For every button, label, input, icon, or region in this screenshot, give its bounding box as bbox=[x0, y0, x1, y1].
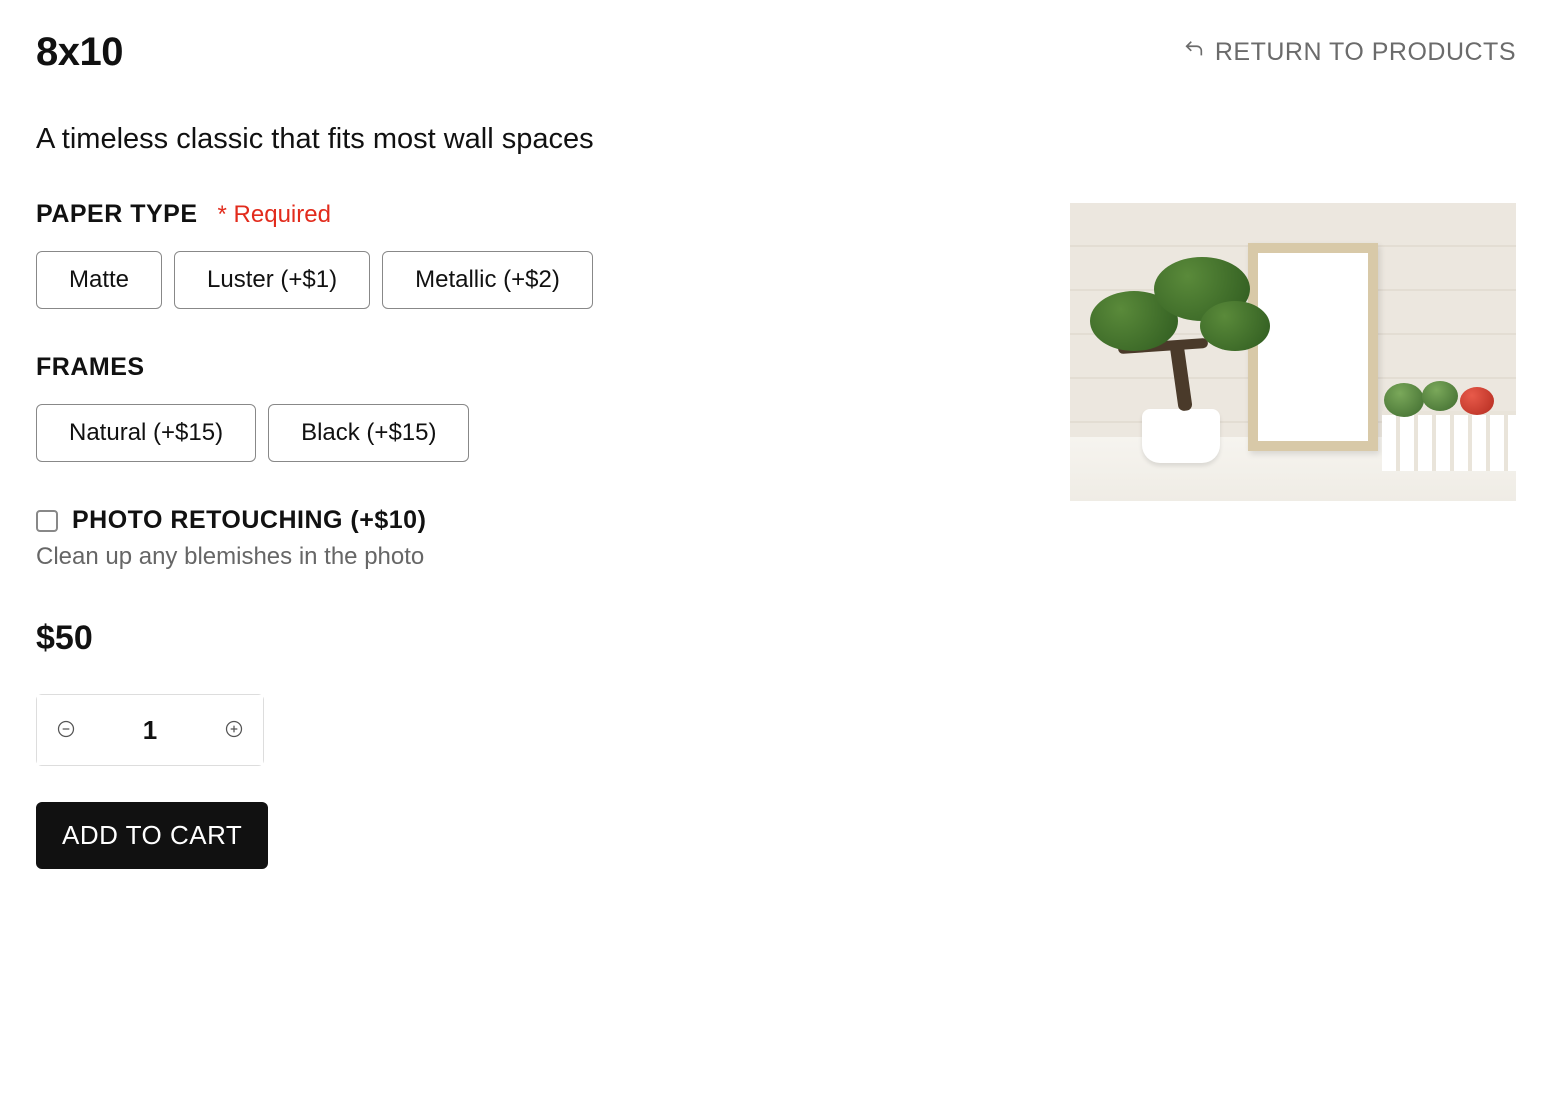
product-image bbox=[1070, 203, 1516, 501]
retouching-description: Clean up any blemishes in the photo bbox=[36, 543, 1030, 571]
minus-circle-icon bbox=[56, 719, 76, 742]
quantity-stepper: 1 bbox=[36, 694, 264, 766]
add-to-cart-button[interactable]: ADD TO CART bbox=[36, 802, 268, 869]
undo-icon bbox=[1183, 38, 1205, 67]
frame-option-black[interactable]: Black (+$15) bbox=[268, 404, 469, 462]
frames-heading: FRAMES bbox=[36, 353, 145, 382]
paper-option-luster[interactable]: Luster (+$1) bbox=[174, 251, 370, 309]
product-title: 8x10 bbox=[36, 30, 123, 75]
product-description: A timeless classic that fits most wall s… bbox=[36, 123, 1030, 156]
paper-type-options: Matte Luster (+$1) Metallic (+$2) bbox=[36, 251, 1030, 309]
return-to-products-link[interactable]: RETURN TO PRODUCTS bbox=[1183, 38, 1516, 67]
price: $50 bbox=[36, 619, 1030, 658]
plus-circle-icon bbox=[224, 719, 244, 742]
paper-option-matte[interactable]: Matte bbox=[36, 251, 162, 309]
quantity-decrease-button[interactable] bbox=[37, 695, 95, 765]
frame-options: Natural (+$15) Black (+$15) bbox=[36, 404, 1030, 462]
quantity-value: 1 bbox=[95, 715, 205, 746]
paper-type-heading: PAPER TYPE bbox=[36, 200, 198, 229]
quantity-increase-button[interactable] bbox=[205, 695, 263, 765]
retouching-checkbox[interactable] bbox=[36, 510, 58, 532]
frame-option-natural[interactable]: Natural (+$15) bbox=[36, 404, 256, 462]
retouching-label: PHOTO RETOUCHING (+$10) bbox=[72, 506, 426, 535]
required-indicator: * Required bbox=[218, 201, 331, 229]
return-label: RETURN TO PRODUCTS bbox=[1215, 38, 1516, 67]
paper-option-metallic[interactable]: Metallic (+$2) bbox=[382, 251, 593, 309]
